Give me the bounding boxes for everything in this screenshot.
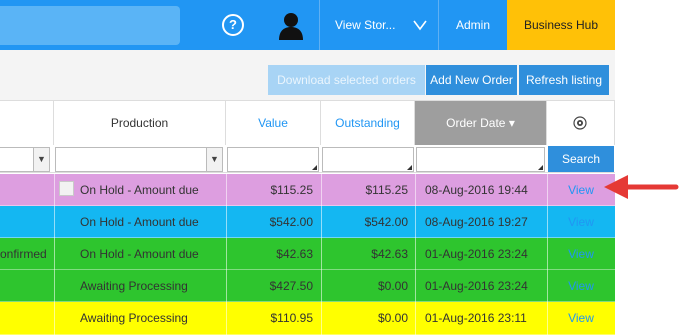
table-row[interactable]: On Hold - Amount due $115.25 $115.25 08-… [0,174,615,206]
value-cell: $542.00 [269,215,313,229]
status-cell [0,206,52,238]
order-date-cell: 08-Aug-2016 19:44 [425,183,528,197]
value-cell: $115.25 [270,183,314,197]
column-divider [547,174,548,335]
business-hub-button[interactable]: Business Hub [507,0,615,50]
production-filter-select[interactable]: ▼ [55,147,223,172]
order-date-cell: 08-Aug-2016 19:27 [425,215,528,229]
order-date-filter-input[interactable] [416,147,545,172]
help-icon[interactable]: ? [222,14,244,36]
status-cell [0,174,52,206]
refresh-listing-button[interactable]: Refresh listing [519,65,609,95]
view-link[interactable]: View [547,206,615,238]
production-cell: Awaiting Processing [80,279,188,293]
column-header-order-date-label: Order Date [446,116,506,130]
sort-desc-icon: ▾ [508,116,515,130]
column-header-outstanding[interactable]: Outstanding [321,101,415,145]
add-new-order-button[interactable]: Add New Order [426,65,517,95]
column-header-status [0,101,54,145]
download-selected-orders-button[interactable]: Download selected orders [268,65,425,95]
order-date-cell: 01-Aug-2016 23:24 [425,279,528,293]
admin-link[interactable]: Admin [439,0,507,50]
value-cell: $427.50 [269,279,313,293]
global-search-input[interactable] [0,6,180,45]
table-row[interactable]: On Hold - Amount due $542.00 $542.00 08-… [0,206,615,238]
search-button[interactable]: Search [548,146,614,172]
column-header-order-date[interactable]: Order Date ▾ [415,101,547,145]
red-arrow-icon [604,175,679,199]
production-cell: On Hold - Amount due [80,247,199,261]
column-divider [415,174,416,335]
production-cell: Awaiting Processing [80,311,188,325]
column-header-production[interactable]: Production [54,101,226,145]
order-date-cell: 01-Aug-2016 23:24 [425,247,528,261]
value-filter-input[interactable] [227,147,319,172]
row-select-checkbox[interactable] [59,181,74,196]
value-cell: $42.63 [276,247,313,261]
top-nav-bar: ? View Stor... Admin Business Hub [0,0,615,50]
production-cell: On Hold - Amount due [80,183,199,197]
status-cell [0,270,52,302]
column-divider [54,174,55,335]
gear-icon[interactable] [573,116,587,130]
outstanding-filter-input[interactable] [322,147,414,172]
outstanding-cell: $115.25 [365,183,409,197]
column-header-value[interactable]: Value [226,101,321,145]
outstanding-cell: $542.00 [364,215,408,229]
table-row[interactable]: onfirmed On Hold - Amount due $42.63 $42… [0,238,615,270]
column-divider [226,174,227,335]
outstanding-cell: $42.63 [371,247,408,261]
chevron-down-icon[interactable] [413,19,427,31]
user-avatar-icon[interactable] [278,12,304,40]
outstanding-cell: $0.00 [377,279,408,293]
view-link[interactable]: View [547,302,615,334]
view-link[interactable]: View [547,238,615,270]
table-row[interactable]: Awaiting Processing $427.50 $0.00 01-Aug… [0,270,615,302]
table-row[interactable]: Awaiting Processing $110.95 $0.00 01-Aug… [0,302,615,335]
view-link[interactable]: View [547,270,615,302]
status-cell: onfirmed [0,247,47,261]
status-filter-select[interactable]: ▼ [0,147,50,172]
order-date-cell: 01-Aug-2016 23:11 [425,311,527,325]
status-cell [0,302,52,334]
production-cell: On Hold - Amount due [80,215,199,229]
value-cell: $110.95 [270,311,314,325]
outstanding-cell: $0.00 [377,311,408,325]
column-divider [321,174,322,335]
